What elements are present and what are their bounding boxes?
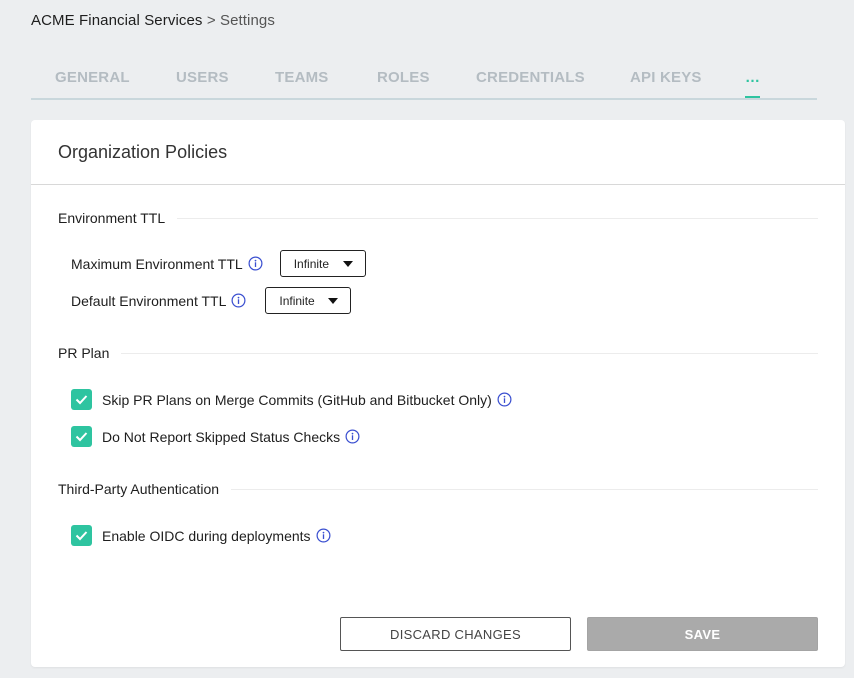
caret-down-icon bbox=[342, 260, 353, 267]
max-environment-ttl-value: Infinite bbox=[293, 256, 330, 271]
section-environment-ttl: Environment TTL bbox=[58, 210, 818, 226]
max-environment-ttl-label: Maximum Environment TTL bbox=[71, 255, 243, 272]
section-heading-text: PR Plan bbox=[58, 345, 110, 361]
default-environment-ttl-select[interactable]: Infinite bbox=[265, 287, 352, 314]
default-environment-ttl-value: Infinite bbox=[279, 293, 315, 308]
info-circle-icon[interactable] bbox=[497, 392, 512, 407]
save-button[interactable]: Save bbox=[587, 617, 818, 651]
section-heading-text: Third-Party Authentication bbox=[58, 481, 220, 497]
section-heading: PR Plan bbox=[58, 345, 818, 361]
discard-changes-button[interactable]: Discard Changes bbox=[340, 617, 571, 651]
enable-oidc-row: Enable OIDC during deployments bbox=[71, 525, 331, 546]
section-heading: Third-Party Authentication bbox=[58, 481, 818, 497]
card-header: Organization Policies bbox=[31, 120, 845, 185]
tab-roles[interactable]: Roles bbox=[377, 69, 430, 86]
organization-policies-card: Organization Policies Environment TTL Ma… bbox=[31, 120, 845, 667]
section-divider bbox=[121, 352, 818, 354]
tab-teams[interactable]: Teams bbox=[275, 69, 329, 86]
card-title: Organization Policies bbox=[58, 142, 228, 162]
section-heading-text: Environment TTL bbox=[58, 210, 166, 226]
skip-pr-plans-label: Skip PR Plans on Merge Commits (GitHub a… bbox=[102, 391, 492, 408]
caret-down-icon bbox=[328, 297, 339, 304]
section-pr-plan: PR Plan bbox=[58, 345, 818, 361]
breadcrumb-current: Settings bbox=[219, 12, 275, 29]
section-divider bbox=[177, 217, 818, 219]
tab-api-keys[interactable]: API Keys bbox=[630, 69, 702, 86]
enable-oidc-label: Enable OIDC during deployments bbox=[102, 527, 311, 544]
settings-tabs: General Users Teams Roles Credentials AP… bbox=[31, 66, 817, 100]
default-environment-ttl-label: Default Environment TTL bbox=[71, 292, 227, 309]
info-circle-icon[interactable] bbox=[248, 256, 263, 271]
tab-credentials[interactable]: Credentials bbox=[476, 69, 585, 86]
tab-general[interactable]: General bbox=[55, 69, 130, 86]
checkmark-icon bbox=[75, 531, 88, 541]
checkmark-icon bbox=[75, 432, 88, 442]
max-environment-ttl-row: Maximum Environment TTL Infinite bbox=[71, 250, 366, 277]
breadcrumb: ACME Financial Services > Settings bbox=[31, 12, 275, 29]
section-third-party-auth: Third-Party Authentication bbox=[58, 481, 818, 497]
section-divider bbox=[231, 488, 818, 490]
no-report-skipped-label: Do Not Report Skipped Status Checks bbox=[102, 428, 341, 445]
skip-pr-plans-checkbox[interactable] bbox=[71, 389, 92, 410]
info-circle-icon[interactable] bbox=[231, 293, 246, 308]
enable-oidc-checkbox[interactable] bbox=[71, 525, 92, 546]
info-circle-icon[interactable] bbox=[316, 528, 331, 543]
no-report-skipped-row: Do Not Report Skipped Status Checks bbox=[71, 426, 360, 447]
section-heading: Environment TTL bbox=[58, 210, 818, 226]
breadcrumb-org[interactable]: ACME Financial Services bbox=[31, 12, 203, 29]
tab-users[interactable]: Users bbox=[176, 69, 229, 86]
checkmark-icon bbox=[75, 395, 88, 405]
breadcrumb-separator: > bbox=[206, 12, 216, 29]
info-circle-icon[interactable] bbox=[345, 429, 360, 444]
max-environment-ttl-select[interactable]: Infinite bbox=[279, 250, 366, 277]
skip-pr-plans-row: Skip PR Plans on Merge Commits (GitHub a… bbox=[71, 389, 512, 410]
no-report-skipped-checkbox[interactable] bbox=[71, 426, 92, 447]
tab-more[interactable]: … bbox=[745, 69, 761, 98]
default-environment-ttl-row: Default Environment TTL Infinite bbox=[71, 287, 352, 314]
